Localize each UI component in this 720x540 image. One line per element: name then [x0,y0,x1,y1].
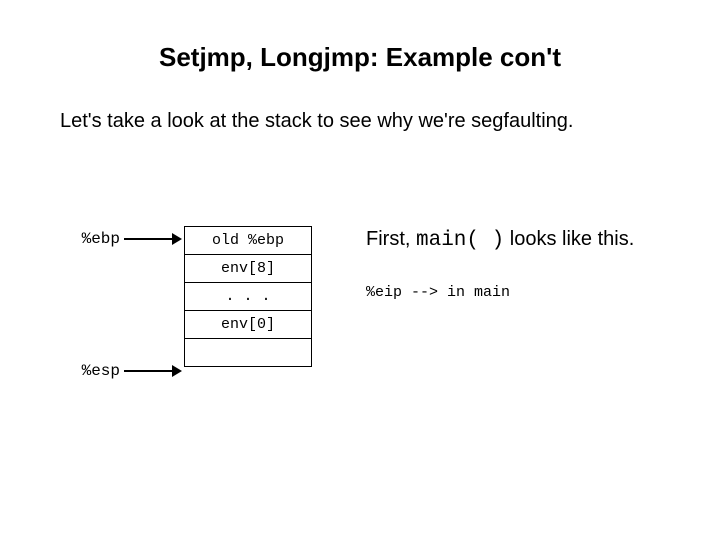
note-first-suffix: looks like this. [504,228,634,250]
slide: Setjmp, Longjmp: Example con't Let's tak… [0,0,720,540]
stack-cell [184,338,312,367]
ebp-arrow-icon [124,232,182,246]
slide-title: Setjmp, Longjmp: Example con't [0,42,720,73]
note-first: First, main( ) looks like this. [366,228,634,252]
esp-label: %esp [70,362,120,380]
note-eip: %eip --> in main [366,284,510,301]
stack-cell: env[8] [184,254,312,283]
esp-arrow-icon [124,364,182,378]
stack-cell: env[0] [184,310,312,339]
stack-cell: . . . [184,282,312,311]
slide-subtitle: Let's take a look at the stack to see wh… [60,110,680,133]
ebp-label: %ebp [70,230,120,248]
stack-table: old %ebp env[8] . . . env[0] [184,226,312,367]
note-first-code: main( ) [416,229,504,252]
note-first-prefix: First, [366,228,416,250]
stack-cell: old %ebp [184,226,312,255]
